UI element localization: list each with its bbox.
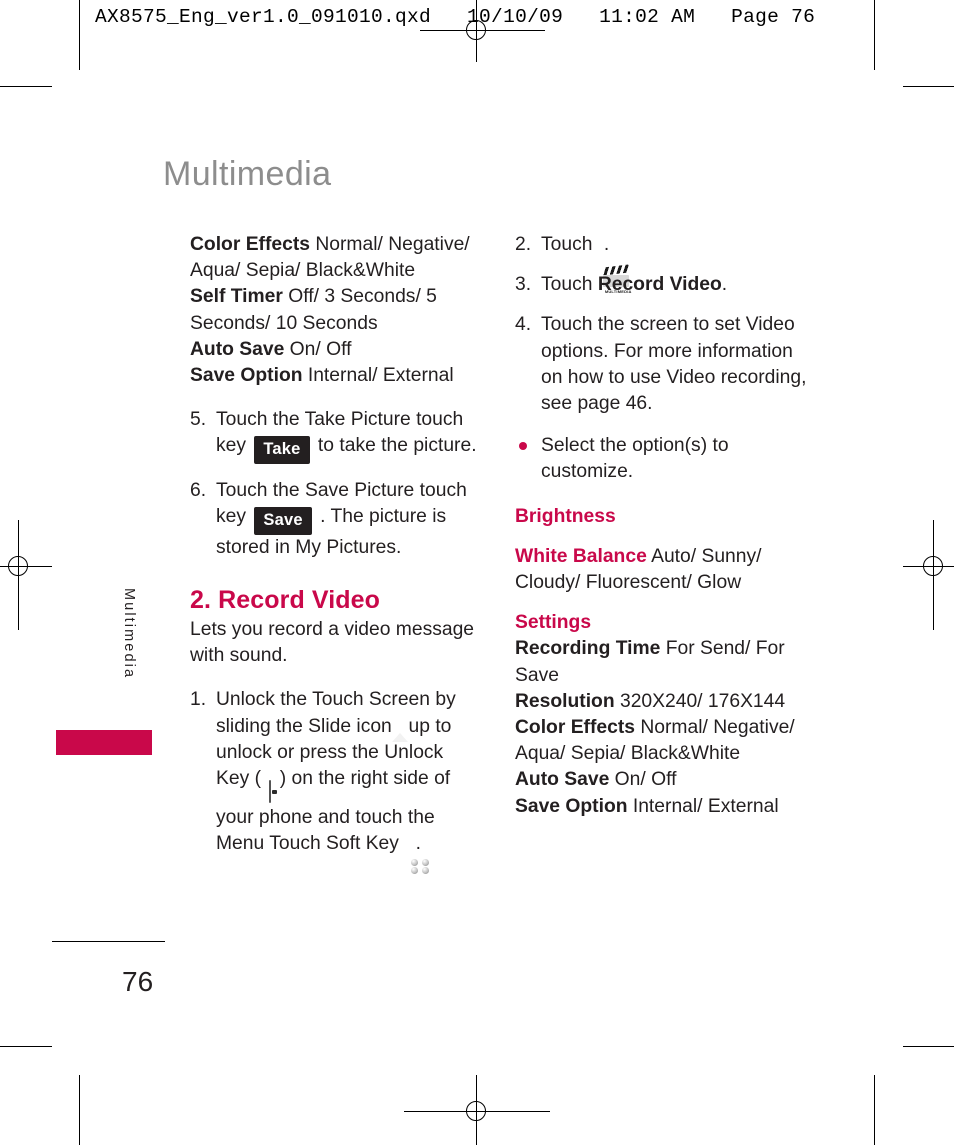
step-3: 3. Touch Record Video. [515, 272, 815, 298]
step-3-text-before: Touch [541, 274, 598, 296]
spec-video-save-option: Save Option Internal/ External [515, 794, 815, 820]
registration-line-right-center-h [903, 566, 954, 568]
registration-line-right-center [933, 520, 935, 630]
left-column: Color Effects Normal/ Negative/ Aqua/ Se… [190, 232, 480, 875]
crop-mark-top-left-vertical [79, 0, 81, 70]
spec-video-color-effects-label: Color Effects [515, 717, 635, 739]
spec-color-effects-label: Color Effects [190, 234, 310, 255]
step-6-number: 6. [190, 479, 207, 501]
registration-line-left-center [18, 520, 20, 630]
crop-mark-top-right-horizontal [903, 86, 954, 88]
spec-auto-save: Auto Save On/ Off [190, 337, 480, 363]
take-picture-key[interactable]: Take [254, 436, 310, 464]
footer-divider [52, 941, 165, 943]
settings-heading: Settings [515, 612, 592, 634]
step-3-text-after: . [721, 274, 728, 296]
section-intro: Lets you record a video message with sou… [190, 619, 475, 667]
crop-mark-top-right-vertical [874, 0, 876, 70]
spec-resolution-values: 320X240/ 176X144 [614, 690, 786, 712]
side-tab-label: Multimedia [121, 588, 137, 680]
step-4-text: Touch the screen to set Video options. F… [541, 314, 807, 415]
step-2-text-after: . [603, 234, 610, 255]
step-2: 2. Touch MULTIMEDIA. [515, 232, 815, 294]
step-3-bold-text: Record Video [597, 274, 722, 296]
white-balance-label: White Balance [515, 545, 647, 567]
crop-mark-bottom-left-horizontal [0, 1046, 52, 1048]
step-1-part4: . [415, 833, 422, 855]
registration-line-bottom-center [476, 1075, 478, 1145]
print-header: AX8575_Eng_ver1.0_091010.qxd 10/10/09 11… [95, 6, 816, 28]
spec-recording-time-label: Recording Time [515, 638, 661, 660]
white-balance-row: White Balance Auto/ Sunny/ Cloudy/ Fluor… [515, 544, 815, 596]
crop-mark-bottom-left-vertical [79, 1075, 81, 1145]
page-number: 76 [122, 966, 154, 997]
spec-resolution: Resolution 320X240/ 176X144 [515, 689, 815, 715]
step-6: 6. Touch the Save Picture touch key Save… [190, 478, 480, 561]
spec-video-save-option-values: Internal/ External [627, 795, 779, 817]
crop-mark-bottom-right-horizontal [903, 1046, 954, 1048]
camera-settings-list: Color Effects Normal/ Negative/ Aqua/ Se… [190, 232, 480, 389]
spec-recording-time: Recording Time For Send/ For Save [515, 636, 815, 688]
step-2-text-before: Touch [541, 234, 593, 255]
registration-line-left-center-h [0, 566, 52, 568]
spec-video-color-effects: Color Effects Normal/ Negative/ Aqua/ Se… [515, 715, 815, 767]
section-heading-record-video: 2. Record Video [190, 585, 380, 614]
spec-video-save-option-label: Save Option [515, 795, 628, 817]
step-6-text-after: . The picture is stored in My Pictures. [216, 506, 447, 558]
crop-mark-bottom-right-vertical [874, 1075, 876, 1145]
step-5: 5. Touch the Take Picture touch key Take… [190, 407, 480, 464]
step-5-number: 5. [190, 409, 207, 431]
spec-save-option: Save Option Internal/ External [190, 363, 480, 389]
spec-auto-save-label: Auto Save [190, 338, 285, 360]
step-2-number: 2. [515, 234, 532, 255]
manual-page: AX8575_Eng_ver1.0_091010.qxd 10/10/09 11… [0, 0, 954, 1145]
spec-video-auto-save-label: Auto Save [515, 769, 610, 791]
bullet-text: Select the option(s) to customize. [541, 435, 729, 483]
side-tab-accent-bar [56, 730, 152, 755]
brightness-heading: Brightness [515, 505, 616, 527]
spec-color-effects: Color Effects Normal/ Negative/ Aqua/ Se… [190, 232, 480, 284]
spec-save-option-values: Internal/ External [302, 365, 454, 387]
spec-self-timer-label: Self Timer [190, 286, 283, 308]
step-1: 1. Unlock the Touch Screen by sliding th… [190, 687, 480, 875]
brightness-heading-wrap: Brightness [515, 504, 815, 530]
step-3-number: 3. [515, 274, 532, 296]
spec-video-auto-save-values: On/ Off [609, 769, 677, 791]
right-column: 2. Touch MULTIMEDIA. 3. Touch Record Vid… [515, 232, 815, 820]
page-title: Multimedia [163, 155, 332, 193]
spec-save-option-label: Save Option [190, 365, 303, 387]
save-picture-key[interactable]: Save [254, 507, 312, 535]
step-5-text-after: to take the picture. [317, 435, 477, 457]
registration-line-bottom-center-h [404, 1111, 550, 1113]
video-settings-list: Recording Time For Send/ For Save Resolu… [515, 636, 815, 819]
spec-self-timer: Self Timer Off/ 3 Seconds/ 5 Seconds/ 10… [190, 284, 480, 336]
step-4-number: 4. [515, 314, 532, 336]
spec-auto-save-values: On/ Off [284, 338, 352, 360]
spec-resolution-label: Resolution [515, 690, 615, 712]
spec-video-auto-save: Auto Save On/ Off [515, 767, 815, 793]
crop-mark-top-left-horizontal [0, 86, 52, 88]
bullet-dot-icon [519, 442, 527, 451]
unlock-key-icon [269, 772, 278, 805]
bullet-select-options: Select the option(s) to customize. [515, 433, 815, 485]
settings-heading-wrap: Settings [515, 610, 815, 636]
step-4: 4. Touch the screen to set Video options… [515, 312, 815, 417]
step-1-number: 1. [190, 689, 207, 711]
